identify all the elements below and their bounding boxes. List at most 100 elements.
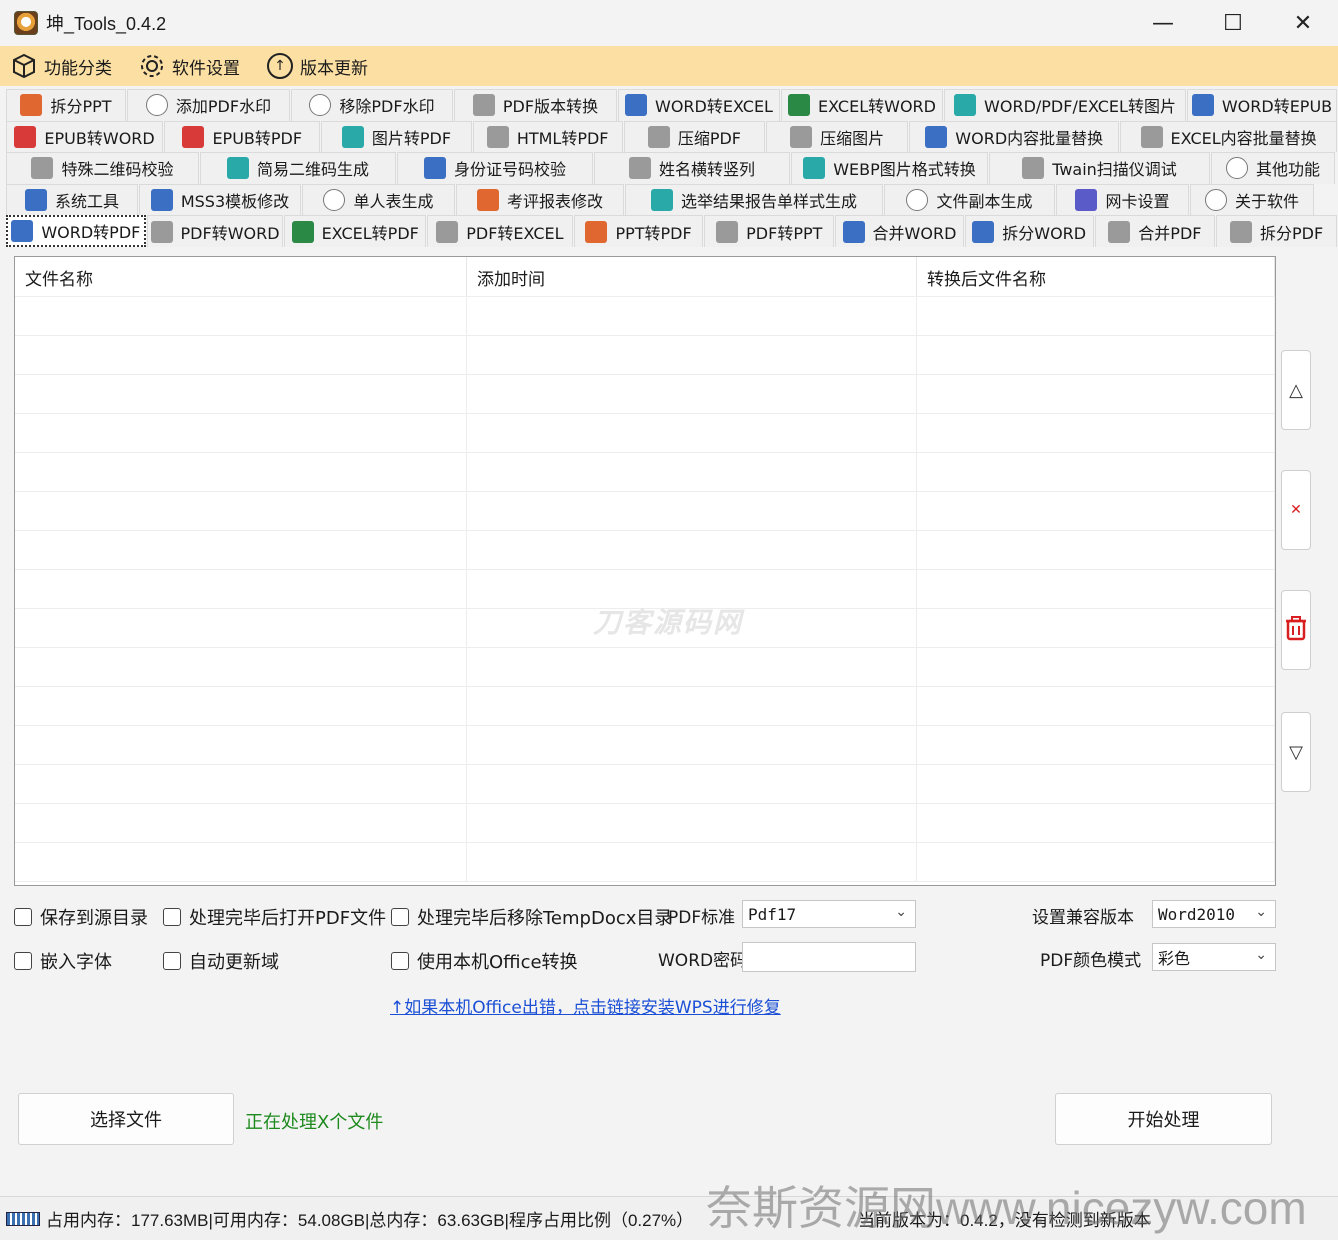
use-local-office-checkbox[interactable]: 使用本机Office转换 (391, 948, 578, 974)
tab-4-8[interactable]: 合并PDF (1094, 215, 1216, 247)
table-row[interactable] (15, 453, 1275, 492)
tab-4-5[interactable]: PDF转PPT (704, 215, 835, 247)
tab-2-1[interactable]: 简易二维码生成 (200, 152, 396, 184)
checkbox-box[interactable] (14, 952, 32, 970)
checkbox-box[interactable] (163, 952, 181, 970)
table-cell (15, 726, 467, 764)
menu-function-category[interactable]: 功能分类 (10, 52, 112, 80)
pdf-icon (1108, 220, 1131, 243)
pdf-standard-select[interactable]: Pdf17 ⌄ (742, 900, 916, 928)
tab-1-2[interactable]: 图片转PDF (321, 120, 472, 153)
table-row[interactable] (15, 726, 1275, 765)
tab-3-0[interactable]: 系统工具 (6, 183, 138, 216)
tab-3-5[interactable]: 文件副本生成 (884, 183, 1055, 216)
tab-4-0[interactable]: WORD转PDF (6, 215, 146, 247)
move-down-button[interactable]: ▽ (1281, 712, 1311, 792)
column-header-filename[interactable]: 文件名称 (15, 257, 467, 296)
table-row[interactable] (15, 297, 1275, 336)
auto-update-fields-checkbox[interactable]: 自动更新域 (163, 948, 279, 974)
table-cell (15, 453, 467, 491)
table-cell (917, 765, 1275, 803)
tab-4-7[interactable]: 拆分WORD (964, 215, 1094, 247)
notebook-icon (650, 189, 673, 212)
tab-1-5[interactable]: 压缩图片 (766, 120, 909, 153)
file-table[interactable]: 文件名称 添加时间 转换后文件名称 刀客源码网 (14, 256, 1276, 886)
tab-4-4[interactable]: PPT转PDF (573, 215, 704, 247)
tab-1-3[interactable]: HTML转PDF (472, 120, 623, 153)
table-row[interactable] (15, 375, 1275, 414)
tab-3-4[interactable]: 选举结果报告单样式生成 (625, 183, 883, 216)
tab-0-6[interactable]: WORD/PDF/EXCEL转图片 (944, 89, 1186, 121)
remove-temp-checkbox[interactable]: 处理完毕后移除TempDocx目录 (391, 904, 672, 930)
clear-list-button[interactable] (1281, 590, 1311, 670)
embed-fonts-checkbox[interactable]: 嵌入字体 (14, 948, 112, 974)
table-row[interactable] (15, 414, 1275, 453)
table-row[interactable] (15, 765, 1275, 804)
table-row[interactable] (15, 804, 1275, 843)
tab-1-0[interactable]: EPUB转WORD (6, 120, 164, 153)
tab-4-6[interactable]: 合并WORD (835, 215, 964, 247)
tab-2-5[interactable]: Twain扫描仪调试 (989, 152, 1210, 184)
column-header-converted-name[interactable]: 转换后文件名称 (917, 257, 1275, 296)
minimize-button[interactable]: — (1128, 0, 1198, 46)
tab-0-5[interactable]: EXCEL转WORD (781, 89, 943, 121)
tab-3-7[interactable]: 关于软件 (1190, 183, 1314, 216)
pdf-icon (472, 94, 495, 117)
tab-3-1[interactable]: MSS3模板修改 (139, 183, 301, 216)
table-row[interactable] (15, 648, 1275, 687)
word-password-input[interactable] (742, 942, 916, 972)
compat-version-select[interactable]: Word2010 ⌄ (1152, 900, 1276, 928)
pdf-color-mode-select[interactable]: 彩色 ⌄ (1152, 943, 1276, 971)
tab-0-3[interactable]: PDF版本转换 (454, 89, 617, 121)
checkbox-box[interactable] (391, 952, 409, 970)
checkbox-box[interactable] (163, 908, 181, 926)
install-wps-link[interactable]: ↑如果本机Office出错，点击链接安装WPS进行修复 (390, 993, 781, 1018)
tab-1-1[interactable]: EPUB转PDF (164, 120, 321, 153)
checkbox-box[interactable] (391, 908, 409, 926)
tab-3-3[interactable]: 考评报表修改 (456, 183, 624, 216)
close-button[interactable]: ✕ (1268, 0, 1338, 46)
tab-4-2[interactable]: EXCEL转PDF (284, 215, 427, 247)
tab-1-6[interactable]: WORD内容批量替换 (909, 120, 1120, 153)
tab-4-9[interactable]: 拆分PDF (1216, 215, 1337, 247)
tab-1-7[interactable]: EXCEL内容批量替换 (1120, 120, 1338, 153)
save-to-source-checkbox[interactable]: 保存到源目录 (14, 904, 148, 930)
move-up-button[interactable]: △ (1281, 350, 1311, 430)
open-pdf-after-checkbox[interactable]: 处理完毕后打开PDF文件 (163, 904, 386, 930)
pdf-icon (1140, 125, 1163, 148)
tab-0-0[interactable]: 拆分PPT (6, 89, 126, 121)
tab-0-2[interactable]: 移除PDF水印 (291, 89, 453, 121)
word-icon (972, 220, 995, 243)
red-x-icon: ✕ (1290, 502, 1302, 518)
tab-2-2[interactable]: 身份证号码校验 (397, 152, 593, 184)
checkbox-box[interactable] (14, 908, 32, 926)
tab-2-3[interactable]: 姓名横转竖列 (594, 152, 790, 184)
table-row[interactable] (15, 843, 1275, 882)
tab-0-1[interactable]: 添加PDF水印 (127, 89, 290, 121)
menu-software-settings[interactable]: 软件设置 (138, 52, 240, 80)
gear-icon (150, 189, 173, 212)
table-row[interactable] (15, 336, 1275, 375)
tab-3-2[interactable]: 单人表生成 (302, 183, 455, 216)
maximize-button[interactable]: ☐ (1198, 0, 1268, 46)
tab-2-4[interactable]: WEBP图片格式转换 (791, 152, 988, 184)
tab-1-4[interactable]: 压缩PDF (623, 120, 766, 153)
tab-2-0[interactable]: 特殊二维码校验 (6, 152, 199, 184)
tab-0-4[interactable]: WORD转EXCEL (618, 89, 780, 121)
table-row[interactable] (15, 687, 1275, 726)
tab-0-7[interactable]: WORD转EPUB (1187, 89, 1337, 121)
column-header-added-time[interactable]: 添加时间 (467, 257, 917, 296)
delete-item-button[interactable]: ✕ (1281, 470, 1311, 550)
pdf-color-mode-value: 彩色 (1158, 949, 1191, 968)
menu-version-update[interactable]: ↑ 版本更新 (266, 52, 368, 80)
tab-3-6[interactable]: 网卡设置 (1056, 183, 1189, 216)
tab-4-3[interactable]: PDF转EXCEL (427, 215, 573, 247)
table-cell (467, 531, 917, 569)
select-files-button[interactable]: 选择文件 (18, 1093, 234, 1145)
table-row[interactable] (15, 531, 1275, 570)
tab-4-1[interactable]: PDF转WORD (146, 215, 284, 247)
start-processing-button[interactable]: 开始处理 (1055, 1093, 1272, 1145)
checkbox-label: 处理完毕后打开PDF文件 (189, 908, 387, 929)
tab-2-6[interactable]: 其他功能 (1211, 152, 1335, 184)
table-row[interactable] (15, 492, 1275, 531)
